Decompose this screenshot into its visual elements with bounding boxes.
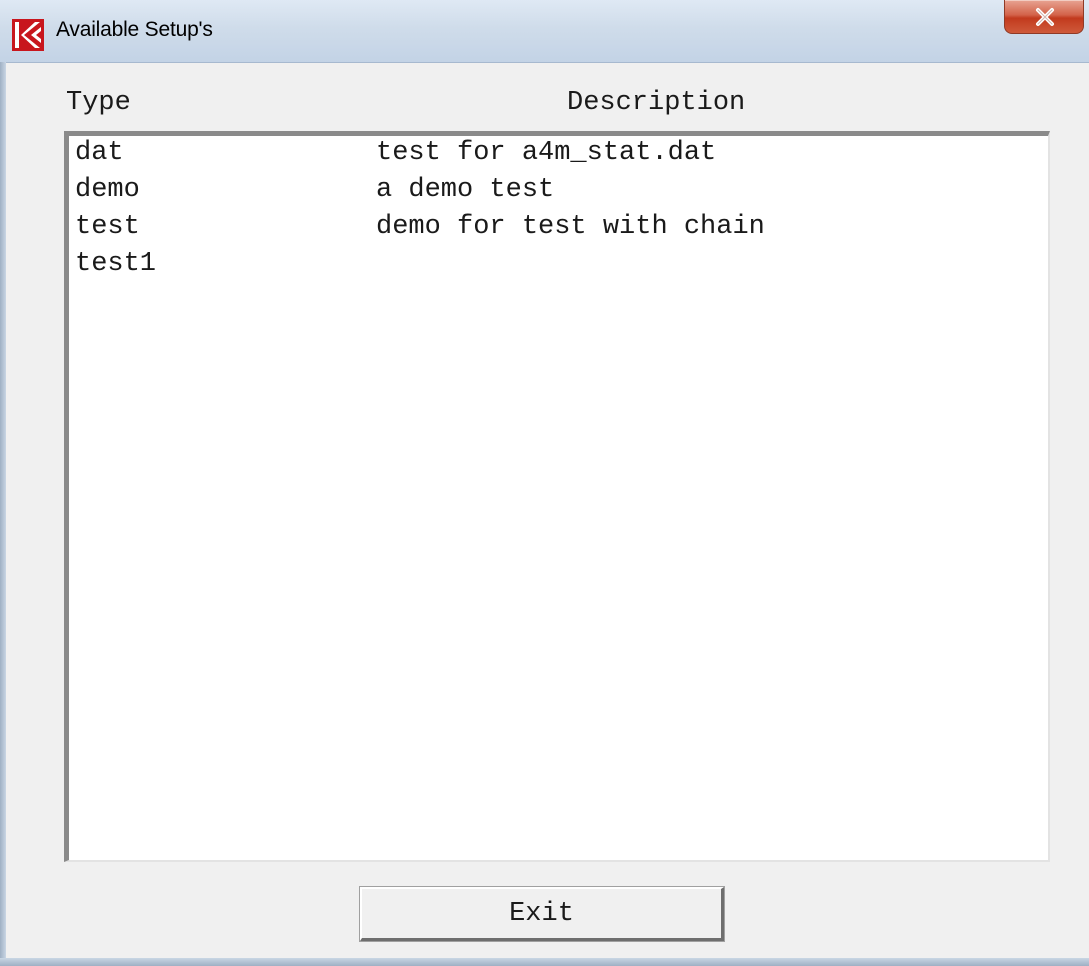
red-k-logo-icon [12, 19, 44, 51]
window-title: Available Setup's [56, 18, 213, 41]
list-item-description: demo for test with chain [376, 212, 765, 242]
list-item-description: a demo test [376, 175, 555, 205]
window-frame-left [0, 62, 6, 966]
setups-listbox[interactable]: dat test for a4m_stat.dat demo a demo te… [64, 131, 1050, 862]
close-x-icon [1036, 8, 1054, 26]
available-setups-dialog: Available Setup's Type Description dat t… [0, 0, 1089, 966]
list-item-description: test for a4m_stat.dat [376, 138, 717, 168]
list-item-type: test1 [75, 249, 157, 279]
column-header-type: Type [66, 88, 131, 118]
title-bar[interactable]: Available Setup's [0, 0, 1089, 63]
list-item-type: test [75, 212, 140, 242]
list-item[interactable]: test demo for test with chain [69, 212, 1048, 250]
list-item[interactable]: test1 [69, 249, 1048, 287]
column-header-description: Description [567, 88, 746, 118]
list-item-type: demo [75, 175, 140, 205]
close-button[interactable] [1004, 0, 1084, 34]
list-item[interactable]: dat test for a4m_stat.dat [69, 138, 1048, 176]
window-frame-bottom [0, 958, 1089, 966]
list-item-type: dat [75, 138, 124, 168]
exit-button[interactable]: Exit [359, 886, 725, 942]
list-item[interactable]: demo a demo test [69, 175, 1048, 213]
